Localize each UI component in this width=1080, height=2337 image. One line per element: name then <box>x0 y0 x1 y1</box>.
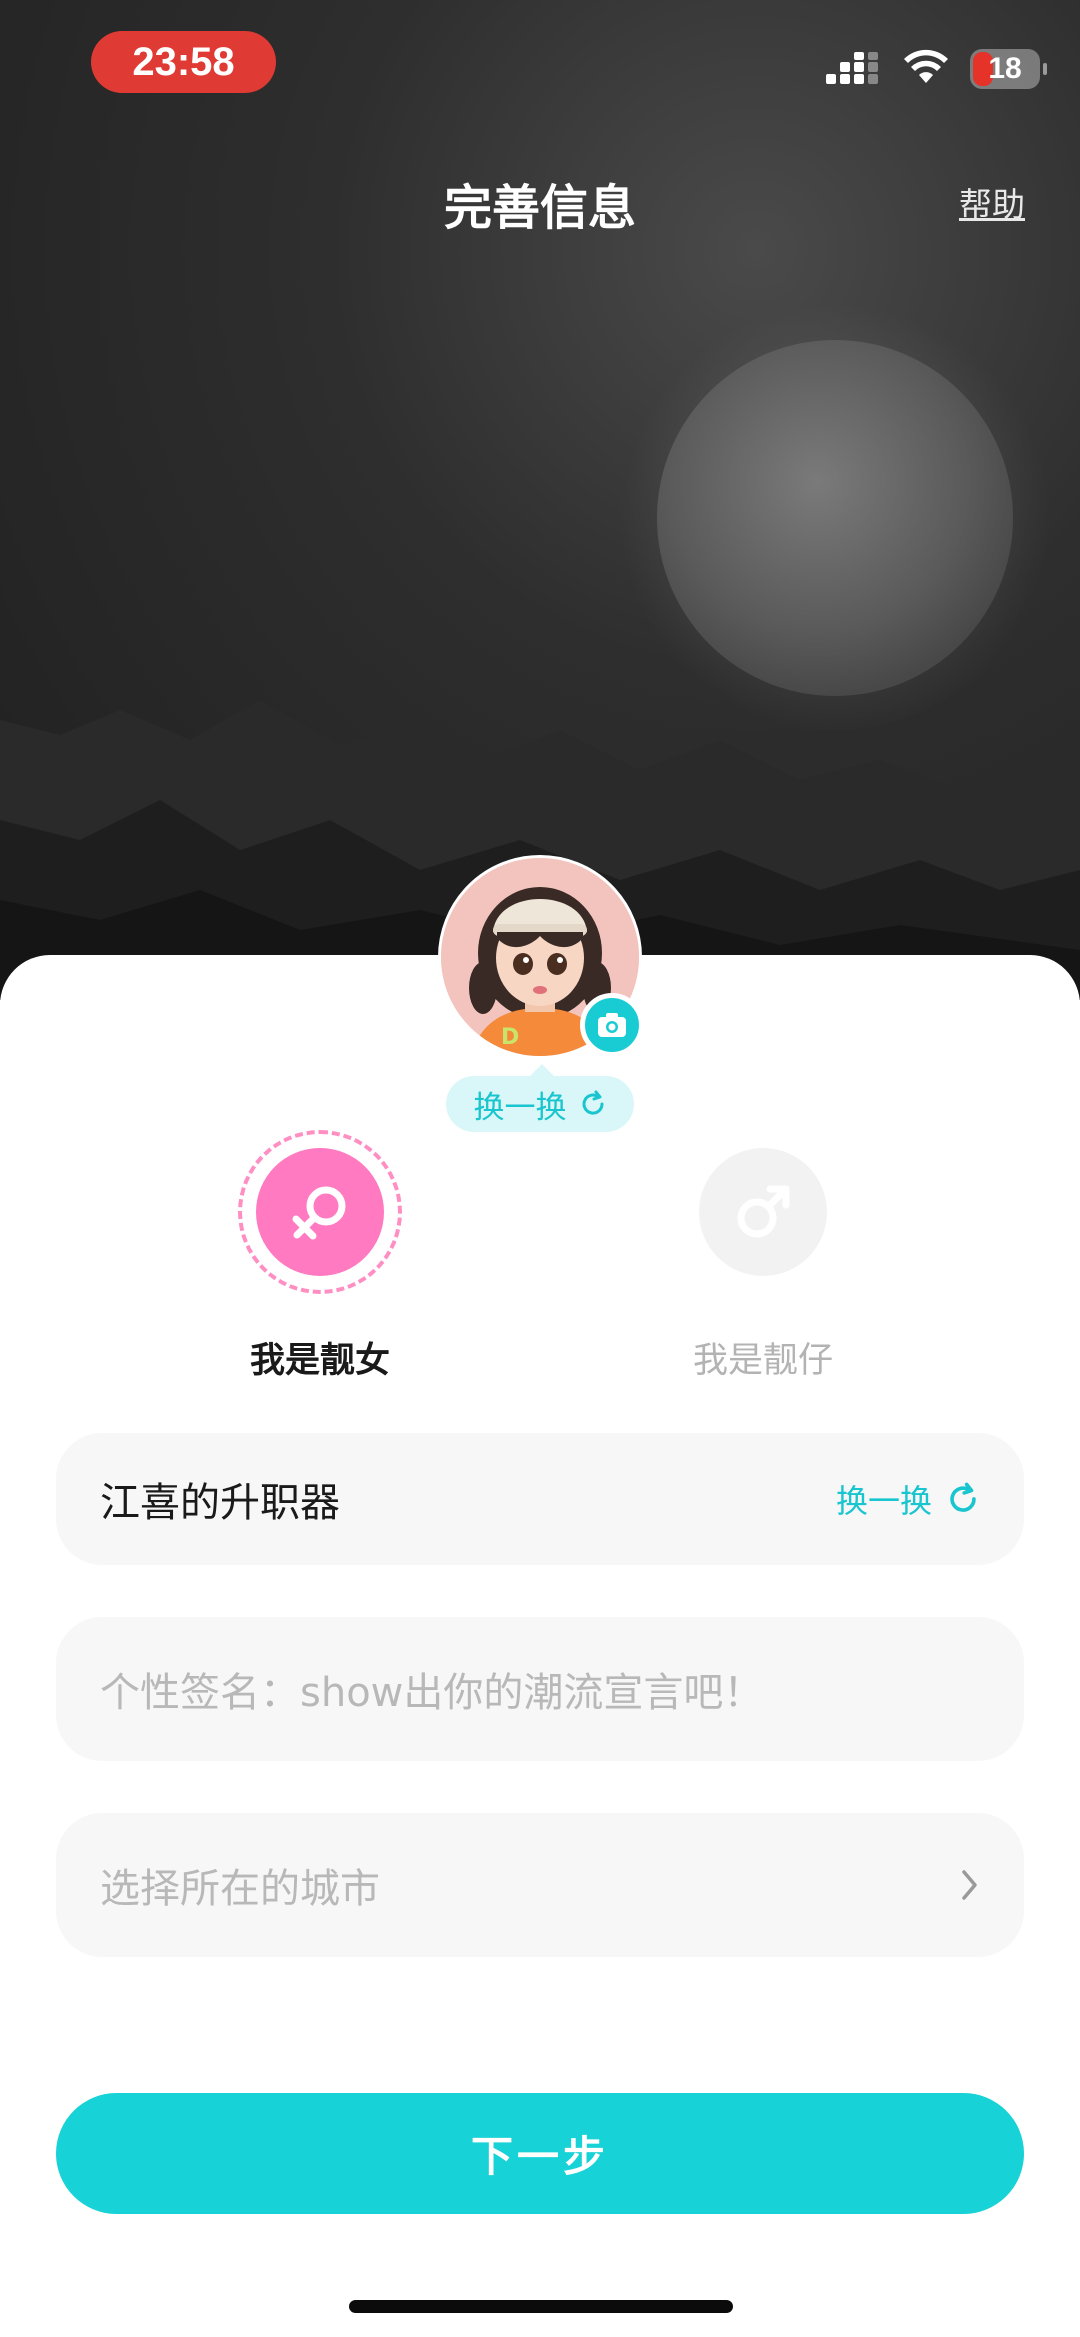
signature-placeholder: 个性签名：show出你的潮流宣言吧！ <box>100 1670 764 1716</box>
gender-label-male: 我是靓仔 <box>692 1341 833 1381</box>
next-button[interactable]: 下一步 <box>56 2093 1024 2214</box>
help-link[interactable]: 帮助 <box>959 178 1025 226</box>
male-icon <box>737 1185 790 1238</box>
swap-avatar-button[interactable]: 换一换 <box>446 1064 634 1132</box>
female-icon <box>292 1186 346 1240</box>
battery-icon: 18 <box>970 49 1047 89</box>
status-icons: 18 <box>826 44 1047 94</box>
camera-icon <box>598 1013 626 1037</box>
gender-label-female: 我是靓女 <box>249 1341 390 1381</box>
nickname-field[interactable]: 江喜的升职器 换一换 <box>56 1433 1024 1565</box>
svg-text:D: D <box>501 1025 519 1050</box>
city-placeholder: 选择所在的城市 <box>100 1866 380 1912</box>
hero-background <box>0 0 1080 1000</box>
nickname-value: 江喜的升职器 <box>100 1480 340 1526</box>
signature-field[interactable]: 个性签名：show出你的潮流宣言吧！ <box>56 1617 1024 1761</box>
refresh-icon <box>950 1482 976 1512</box>
signal-icon <box>826 52 882 86</box>
battery-level: 18 <box>988 52 1022 85</box>
gender-option-female[interactable]: 我是靓女 <box>200 1130 440 1383</box>
city-select[interactable]: 选择所在的城市 <box>56 1813 1024 1957</box>
chevron-right-icon <box>962 1870 977 1900</box>
camera-button[interactable] <box>580 993 644 1057</box>
swap-nickname-label: 换一换 <box>835 1482 932 1520</box>
gender-selected-ring <box>238 1130 402 1294</box>
gender-option-male[interactable]: 我是靓仔 <box>643 1130 883 1383</box>
refresh-icon <box>582 1090 604 1115</box>
page-title: 完善信息 <box>443 180 636 236</box>
swap-avatar-label: 换一换 <box>473 1089 567 1126</box>
swap-nickname-button[interactable]: 换一换 <box>836 1476 980 1522</box>
status-time: 23:58 <box>91 31 276 93</box>
home-indicator[interactable] <box>349 2300 733 2313</box>
moon-mountain-illustration <box>0 303 1080 1000</box>
wifi-icon <box>902 49 950 89</box>
